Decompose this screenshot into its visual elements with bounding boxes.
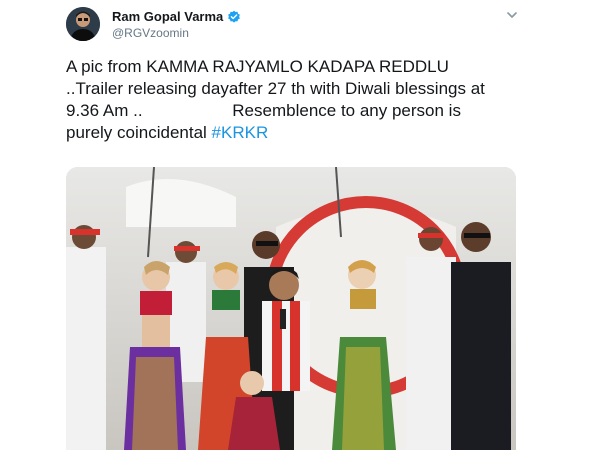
- tweet-body: A pic from KAMMA RAJYAMLO KADAPA REDDLU …: [66, 57, 485, 142]
- author-handle[interactable]: @RGVzoomin: [112, 26, 189, 40]
- profile-photo-icon: [66, 7, 100, 41]
- verified-badge-icon: [227, 10, 241, 24]
- tweet-text: A pic from KAMMA RAJYAMLO KADAPA REDDLU …: [66, 56, 526, 144]
- tweet-card: Ram Gopal Varma @RGVzoomin A pic from KA…: [0, 0, 600, 450]
- avatar[interactable]: [66, 7, 100, 41]
- author-name-row: Ram Gopal Varma: [112, 9, 241, 24]
- tweet-photo[interactable]: [66, 167, 516, 450]
- author-display-name[interactable]: Ram Gopal Varma: [112, 9, 223, 24]
- chevron-down-icon[interactable]: [505, 8, 519, 22]
- hashtag-link[interactable]: #KRKR: [212, 123, 269, 142]
- stage-photo-icon: [66, 167, 516, 450]
